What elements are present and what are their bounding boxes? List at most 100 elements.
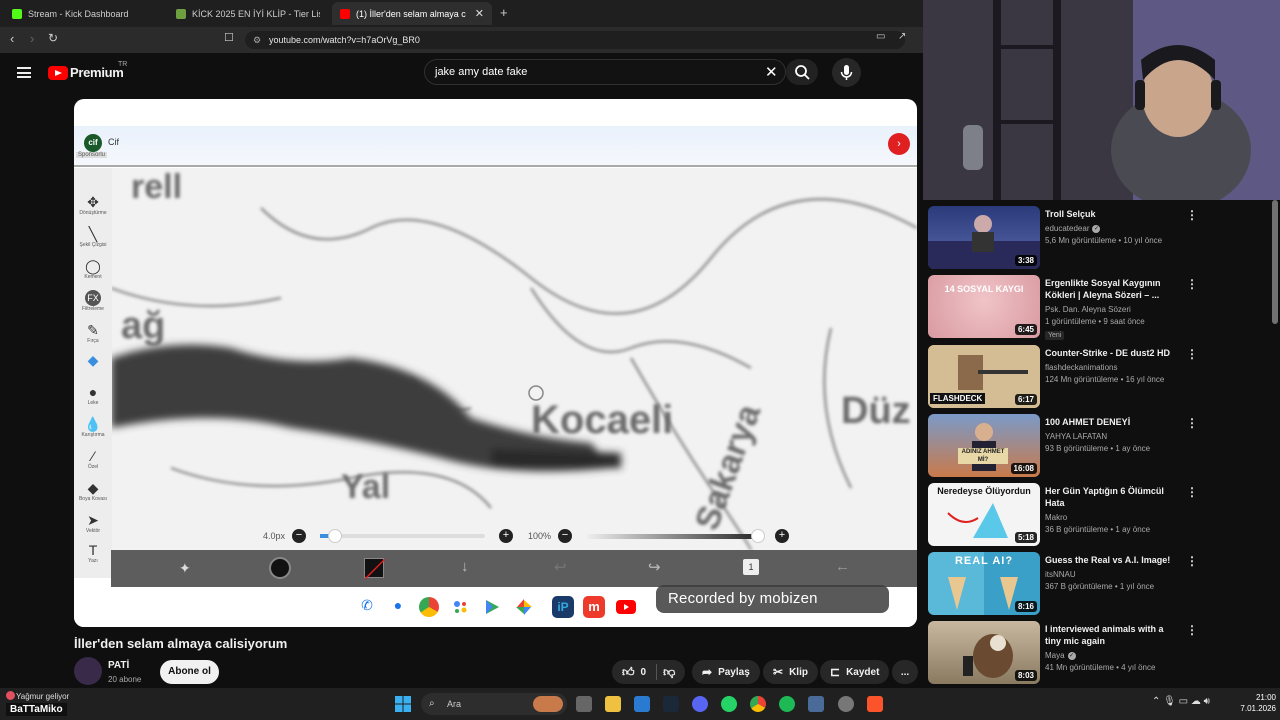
more-vert-icon[interactable]: ⋮: [1186, 416, 1198, 430]
rec-thumbnail[interactable]: Neredeyse Ölüyordun 5:18: [928, 483, 1040, 546]
magic-icon[interactable]: ✦: [179, 560, 191, 577]
save-button[interactable]: ⊏ Kaydet: [820, 660, 890, 684]
redo-icon[interactable]: ↪: [648, 558, 661, 576]
tab-kick-dashboard[interactable]: Stream - Kick Dashboard: [4, 2, 164, 25]
clock[interactable]: 21:00 7.01.2026: [1234, 692, 1276, 714]
tool-line[interactable]: ╲ Şekil Çizgisi: [74, 226, 112, 248]
mobizen-app-icon[interactable]: m: [583, 596, 605, 618]
ad-next-icon[interactable]: ›: [888, 133, 910, 155]
thumbs-down-icon[interactable]: 👎︎: [663, 665, 675, 680]
rec-item-tiny-mic[interactable]: 8:03 I interviewed animals with a tiny m…: [928, 621, 1273, 684]
tab-tier-list[interactable]: KİCK 2025 EN İYİ KLİP - Tier List | Kör: [168, 2, 328, 25]
rec-item-100-ahmet[interactable]: ADINIZ AHMET Mİ? 16:08 100 AHMET DENEYİ …: [928, 414, 1273, 477]
rec-channel[interactable]: YAHYA LAFATAN: [1045, 432, 1107, 441]
share-button[interactable]: ➦ Paylaş: [692, 660, 760, 684]
assistant-app-icon[interactable]: [450, 597, 470, 617]
cast-icon[interactable]: ▭: [876, 31, 885, 42]
more-actions-button[interactable]: ...: [892, 660, 918, 684]
taskbar-search[interactable]: ⌕ Ara: [421, 693, 567, 715]
rec-thumbnail[interactable]: 14 SOSYAL KAYGI 6:45: [928, 275, 1040, 338]
rec-item-sosyal-kaygi[interactable]: 14 SOSYAL KAYGI 6:45 Ergenlikte Sosyal K…: [928, 275, 1273, 340]
chrome-icon[interactable]: [750, 696, 766, 712]
youtube-app-icon[interactable]: [616, 600, 636, 614]
url-field[interactable]: ⚙ youtube.com/watch?v=h7aOrVg_BR0: [245, 31, 905, 49]
undo-icon[interactable]: ↩: [554, 558, 567, 576]
whatsapp-icon[interactable]: [721, 696, 737, 712]
tool-text[interactable]: T Yazı: [74, 542, 112, 564]
bookmark-icon[interactable]: ☐: [224, 31, 234, 44]
ibis-app-icon[interactable]: iP: [552, 596, 574, 618]
back-icon[interactable]: ‹: [10, 31, 14, 46]
more-vert-icon[interactable]: ⋮: [1186, 208, 1198, 222]
close-tab-icon[interactable]: ✕: [475, 7, 484, 20]
youtube-logo[interactable]: [48, 66, 68, 80]
menu-icon[interactable]: [17, 67, 31, 78]
more-vert-icon[interactable]: ⋮: [1186, 347, 1198, 361]
discord-icon[interactable]: [692, 696, 708, 712]
rec-item-counter-strike[interactable]: FLASHDECK 6:17 Counter-Strike - DE dust2…: [928, 345, 1273, 408]
tool-eraser[interactable]: ◆: [74, 352, 112, 368]
download-icon[interactable]: ↓: [461, 558, 469, 575]
layers-icon[interactable]: 1: [743, 559, 759, 575]
phone-app-icon[interactable]: ✆: [357, 597, 377, 617]
voice-search-button[interactable]: [832, 58, 861, 87]
forward-icon[interactable]: ›: [30, 31, 34, 46]
brave-icon[interactable]: [867, 696, 883, 712]
share-icon[interactable]: ↗: [898, 31, 906, 42]
rec-thumbnail[interactable]: ADINIZ AHMET Mİ? 16:08: [928, 414, 1040, 477]
rec-channel[interactable]: Maya ✓: [1045, 651, 1076, 660]
rec-item-real-vs-ai[interactable]: REAL AI? 8:16 Guess the Real vs A.I. Ima…: [928, 552, 1273, 615]
video-player[interactable]: cif Cif Sponsorlu › Kocaeli Sakarya Düz: [74, 99, 917, 627]
rec-thumbnail[interactable]: REAL AI? 8:16: [928, 552, 1040, 615]
opacity-thumb[interactable]: [751, 529, 765, 543]
messages-app-icon[interactable]: ●: [388, 597, 408, 617]
tool-blur[interactable]: 💧 Karıştırma: [74, 416, 112, 438]
file-explorer-icon[interactable]: [605, 696, 621, 712]
rec-channel[interactable]: Psk. Dan. Aleyna Sözeri: [1045, 305, 1131, 314]
opacity-minus-icon[interactable]: −: [558, 529, 572, 543]
tool-filter[interactable]: FX Filtreleme: [74, 290, 112, 312]
rec-channel[interactable]: flashdeckanimations: [1045, 363, 1117, 372]
more-vert-icon[interactable]: ⋮: [1186, 277, 1198, 291]
slider-thumb[interactable]: [328, 529, 342, 543]
recommendations-scrollbar[interactable]: [1272, 200, 1278, 324]
weather-label[interactable]: Yağmur geliyor: [16, 692, 69, 701]
obs-icon[interactable]: [838, 696, 854, 712]
photos-app-icon[interactable]: [514, 597, 534, 617]
ad-banner[interactable]: cif Cif Sponsorlu ›: [74, 126, 917, 167]
reload-icon[interactable]: ↻: [48, 31, 58, 45]
chrome-app-icon[interactable]: [419, 597, 439, 617]
rec-thumbnail[interactable]: 8:03: [928, 621, 1040, 684]
more-vert-icon[interactable]: ⋮: [1186, 623, 1198, 637]
color-picker-icon[interactable]: [269, 557, 291, 579]
rec-title[interactable]: Troll Selçuk: [1045, 208, 1180, 220]
rec-title[interactable]: Guess the Real vs A.I. Image!: [1045, 554, 1180, 566]
rec-item-olumcul-hata[interactable]: Neredeyse Ölüyordun 5:18 Her Gün Yaptığı…: [928, 483, 1273, 546]
site-info-icon[interactable]: ⚙: [253, 31, 261, 49]
task-view-icon[interactable]: [576, 696, 592, 712]
more-vert-icon[interactable]: ⋮: [1186, 485, 1198, 499]
tool-fill[interactable]: ◆ Boya Kovası: [74, 480, 112, 502]
rec-thumbnail[interactable]: 3:38: [928, 206, 1040, 269]
back-arrow-icon[interactable]: ←: [835, 558, 850, 575]
more-vert-icon[interactable]: ⋮: [1186, 554, 1198, 568]
system-tray[interactable]: ⌃ 🎙︎ ▭ ☁ 🔊︎: [1152, 696, 1210, 707]
opacity-slider[interactable]: [587, 529, 765, 543]
spotify-icon[interactable]: [779, 696, 795, 712]
rec-title[interactable]: 100 AHMET DENEYİ: [1045, 416, 1180, 428]
tool-smudge[interactable]: ● Leke: [74, 384, 112, 406]
channel-name[interactable]: PATİ: [108, 660, 129, 671]
windows-start-icon[interactable]: [395, 696, 411, 712]
rec-thumbnail[interactable]: FLASHDECK 6:17: [928, 345, 1040, 408]
rec-channel[interactable]: educatedear ✓: [1045, 224, 1101, 233]
size-slider[interactable]: [320, 529, 485, 543]
tool-special[interactable]: ⁄ Özel: [74, 448, 112, 470]
new-tab-button[interactable]: +: [500, 5, 508, 20]
app-icon[interactable]: [808, 696, 824, 712]
store-icon[interactable]: [634, 696, 650, 712]
steam-icon[interactable]: [663, 696, 679, 712]
opacity-plus-icon[interactable]: +: [775, 529, 789, 543]
rec-item-troll-selcuk[interactable]: 3:38 Troll Selçuk educatedear ✓ 5,6 Mn gö…: [928, 206, 1273, 269]
search-button[interactable]: [786, 59, 818, 85]
rec-title[interactable]: Her Gün Yaptığın 6 Ölümcül Hata: [1045, 485, 1180, 509]
